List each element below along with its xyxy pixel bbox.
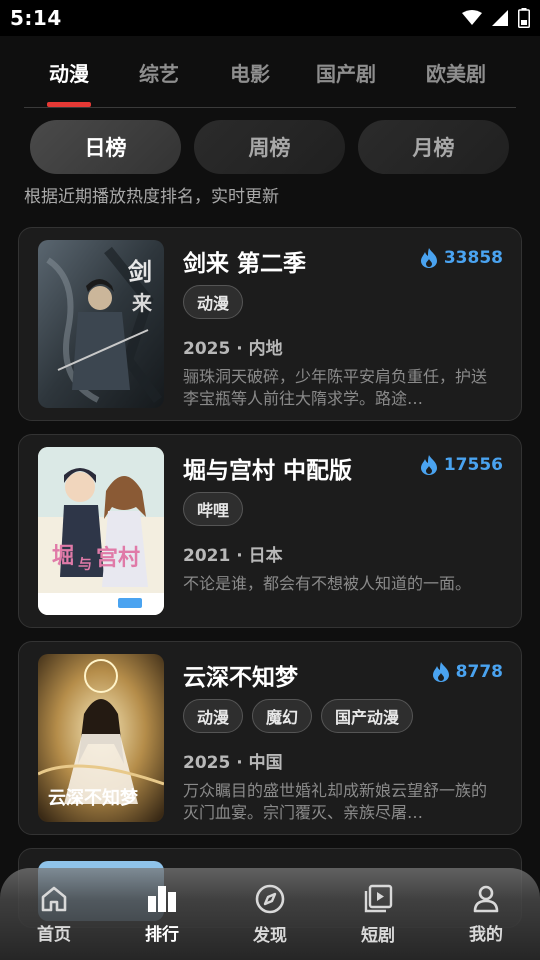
- flame-icon: [432, 662, 449, 682]
- tag[interactable]: 哔哩: [183, 492, 244, 526]
- ranking-card[interactable]: 堀 与 宫村 堀与宫村 中配版 17556 哔哩 2021 · 日本 不论是谁，…: [18, 434, 522, 628]
- tab-western-drama[interactable]: 欧美剧: [396, 42, 516, 87]
- nav-discover[interactable]: 发现: [230, 883, 310, 946]
- svg-text:宫村: 宫村: [96, 545, 140, 571]
- year-region: 2021 · 日本: [183, 546, 283, 566]
- tab-label: 电影: [230, 62, 270, 86]
- ranking-description: 根据近期播放热度排名，实时更新: [24, 187, 279, 207]
- status-icons: [462, 8, 530, 28]
- bottom-navigation: 首页 排行 发现 短剧 我的: [0, 868, 540, 960]
- rank-tab-weekly[interactable]: 周榜: [194, 120, 345, 174]
- battery-icon: [518, 8, 530, 28]
- flame-icon: [420, 248, 437, 268]
- nav-short-drama[interactable]: 短剧: [338, 883, 418, 946]
- tab-variety[interactable]: 综艺: [114, 42, 204, 87]
- poster-image: 堀 与 宫村: [38, 447, 164, 615]
- tag-list: 动漫: [183, 285, 244, 319]
- ranking-card[interactable]: 云深不知梦 云深不知梦 8778 动漫 魔幻 国产动漫 2025 · 中国 万众…: [18, 641, 522, 835]
- rank-tab-monthly[interactable]: 月榜: [358, 120, 509, 174]
- signal-icon: [492, 10, 508, 26]
- nav-home[interactable]: 首页: [14, 884, 94, 945]
- category-tabs: 动漫 综艺 电影 国产剧 欧美剧: [24, 42, 516, 108]
- tag[interactable]: 动漫: [183, 699, 244, 733]
- rank-tab-daily[interactable]: 日榜: [30, 120, 181, 174]
- svg-text:剑: 剑: [127, 258, 152, 286]
- compass-icon: [255, 884, 285, 913]
- ranking-list: 剑 来 剑来 第二季 33858 动漫 2025 · 内地 骊珠洞天破碎，少年陈…: [18, 227, 522, 941]
- svg-text:云深不知梦: 云深不知梦: [48, 787, 139, 809]
- item-title: 堀与宫村 中配版: [183, 458, 353, 484]
- tab-label: 欧美剧: [426, 62, 486, 86]
- tab-movies[interactable]: 电影: [204, 42, 296, 87]
- home-icon: [41, 886, 67, 911]
- tab-label: 国产剧: [316, 62, 376, 86]
- heat-score: 33858: [420, 248, 503, 268]
- heat-value: 33858: [443, 248, 503, 268]
- tab-label: 综艺: [139, 62, 179, 86]
- tab-label: 动漫: [49, 62, 89, 86]
- heat-value: 8778: [455, 662, 503, 682]
- nav-label: 短剧: [361, 925, 395, 946]
- tag-list: 动漫 魔幻 国产动漫: [183, 699, 414, 733]
- year-region: 2025 · 中国: [183, 753, 283, 773]
- tab-anime[interactable]: 动漫: [24, 42, 114, 107]
- heat-score: 17556: [420, 455, 503, 475]
- bar-chart-icon: [148, 885, 176, 912]
- item-title: 剑来 第二季: [183, 251, 307, 277]
- nav-label: 排行: [145, 924, 179, 945]
- poster-image: 云深不知梦: [38, 654, 164, 822]
- tag-list: 哔哩: [183, 492, 244, 526]
- nav-label: 发现: [253, 925, 287, 946]
- svg-text:来: 来: [131, 291, 153, 315]
- tag[interactable]: 国产动漫: [321, 699, 414, 733]
- active-tab-indicator: [47, 102, 91, 107]
- year-region: 2025 · 内地: [183, 339, 283, 359]
- heat-value: 17556: [443, 455, 503, 475]
- poster-image: 剑 来: [38, 240, 164, 408]
- flame-icon: [420, 455, 437, 475]
- ranking-card[interactable]: 剑 来 剑来 第二季 33858 动漫 2025 · 内地 骊珠洞天破碎，少年陈…: [18, 227, 522, 421]
- play-library-icon: [364, 884, 393, 912]
- rank-period-tabs: 日榜 周榜 月榜: [30, 120, 510, 174]
- nav-profile[interactable]: 我的: [446, 884, 526, 945]
- status-bar: 5:14: [0, 0, 540, 36]
- svg-text:与: 与: [78, 557, 92, 573]
- item-title: 云深不知梦: [183, 665, 298, 691]
- heat-score: 8778: [432, 662, 503, 682]
- person-icon: [473, 885, 499, 912]
- tag[interactable]: 魔幻: [252, 699, 313, 733]
- svg-text:堀: 堀: [52, 544, 74, 569]
- item-description: 不论是谁，都会有不想被人知道的一面。: [183, 574, 472, 593]
- status-time: 5:14: [10, 6, 62, 30]
- tab-domestic-drama[interactable]: 国产剧: [296, 42, 396, 87]
- nav-ranking[interactable]: 排行: [122, 884, 202, 945]
- wifi-icon: [462, 10, 482, 25]
- nav-label: 首页: [37, 924, 71, 945]
- nav-label: 我的: [469, 924, 503, 945]
- tag[interactable]: 动漫: [183, 285, 244, 319]
- item-description: 万众瞩目的盛世婚礼却成新娘云望舒一族的灭门血宴。宗门覆灭、亲族尽屠…: [183, 781, 488, 822]
- item-description: 骊珠洞天破碎，少年陈平安肩负重任，护送李宝瓶等人前往大隋求学。路途…: [183, 367, 488, 408]
